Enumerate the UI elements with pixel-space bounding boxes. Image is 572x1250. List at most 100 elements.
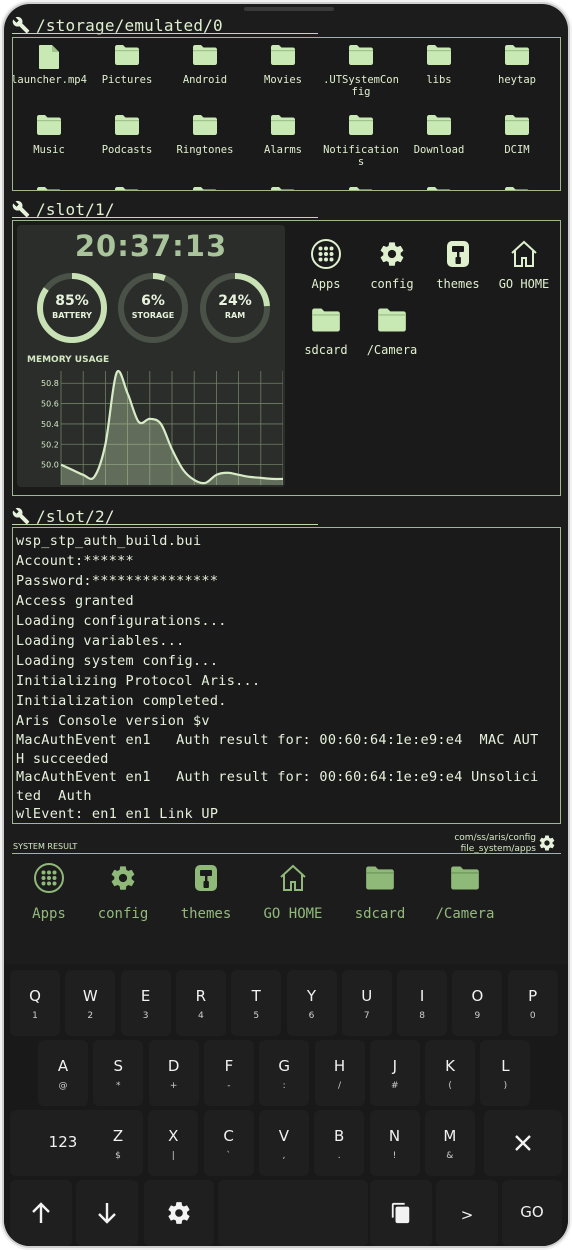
key-a[interactable]: A @ <box>38 1040 88 1106</box>
key-h[interactable]: H / <box>314 1040 365 1106</box>
spacebar-key[interactable] <box>218 1180 368 1246</box>
folder-icon[interactable] <box>166 186 244 190</box>
delete-key[interactable] <box>484 1110 562 1176</box>
dock-shortcut[interactable]: GO HOME <box>253 862 333 922</box>
file-item[interactable]: Movies <box>244 44 322 86</box>
key-i[interactable]: I8 <box>397 970 448 1036</box>
dock-label: Apps <box>32 906 66 922</box>
copy-icon <box>391 1202 410 1224</box>
key-n[interactable]: N! <box>369 1110 420 1176</box>
storage-ring: 6% STORAGE <box>116 271 190 345</box>
key-l[interactable]: L) <box>480 1040 531 1106</box>
key-b[interactable]: B. <box>314 1110 365 1176</box>
ram-ring: 24% RAM <box>198 271 272 345</box>
key-sublabel: 6 <box>308 1011 315 1021</box>
file-item[interactable]: Music <box>13 114 88 156</box>
key-t[interactable]: T5 <box>231 970 282 1036</box>
settings-key[interactable] <box>144 1180 214 1246</box>
file-item[interactable]: Download <box>400 114 478 156</box>
key-m[interactable]: M & <box>424 1110 475 1176</box>
folder-icon[interactable] <box>400 186 478 190</box>
dock-shortcut[interactable]: Apps <box>9 862 89 922</box>
console-output[interactable]: wsp_stp_auth_build.bui Account:****** Pass… <box>12 527 561 824</box>
key-w[interactable]: W2 <box>65 970 116 1036</box>
console-line: Password:*************** <box>16 573 219 589</box>
key-label: T <box>251 987 261 1005</box>
apps-grid-icon <box>33 862 65 894</box>
file-item[interactable]: Alarms <box>244 114 322 156</box>
battery-value: 85% <box>55 293 89 309</box>
key-sublabel: 1 <box>32 1011 38 1021</box>
key-g[interactable]: G: <box>259 1040 310 1106</box>
key-v[interactable]: V, <box>258 1110 309 1176</box>
key-f[interactable]: F- <box>203 1040 254 1106</box>
key-c[interactable]: C ` <box>203 1110 254 1176</box>
file-item[interactable]: launcher.mp4 <box>13 44 88 86</box>
copy-key[interactable] <box>370 1180 432 1246</box>
arrow-up-key[interactable] <box>10 1180 72 1246</box>
key-j[interactable]: J # <box>369 1040 420 1106</box>
key-q[interactable]: Q1 <box>10 970 60 1036</box>
key-k[interactable]: K( <box>425 1040 476 1106</box>
key-label: X <box>168 1127 179 1145</box>
app-shortcut[interactable]: sdcard <box>295 305 357 357</box>
folder-icon[interactable] <box>322 186 400 190</box>
divider <box>12 217 318 218</box>
key-e[interactable]: E3 <box>120 970 171 1036</box>
app-shortcut[interactable]: Apps <box>295 239 357 291</box>
file-item[interactable]: heytap <box>478 44 556 86</box>
app-label: /Camera <box>366 343 418 357</box>
key-label: N <box>388 1127 401 1145</box>
y-tick-label: 50.8 <box>41 379 59 388</box>
console-line: MacAuthEvent en1 Auth result for: 00:60:… <box>16 769 539 785</box>
file-item[interactable]: .UTSystemConfig <box>322 44 400 98</box>
dock-shortcut[interactable]: config <box>83 862 163 922</box>
file-item[interactable]: Podcasts <box>88 114 166 156</box>
folder-icon[interactable] <box>13 186 88 190</box>
key-p[interactable]: P0 <box>507 970 558 1036</box>
arrow-down-key[interactable] <box>76 1180 138 1246</box>
enter-key[interactable]: > <box>436 1180 498 1246</box>
gear-icon[interactable] <box>538 834 556 852</box>
folder-icon[interactable] <box>244 186 322 190</box>
key-label: B <box>334 1127 345 1145</box>
folder-icon[interactable] <box>478 186 556 190</box>
file-item[interactable]: Ringtones <box>166 114 244 156</box>
key-label: I <box>419 987 425 1005</box>
key-sublabel: ` <box>226 1151 231 1161</box>
key-z[interactable]: Z $ <box>93 1110 143 1176</box>
key-u[interactable]: U7 <box>341 970 392 1036</box>
battery-label: BATTERY <box>52 311 92 320</box>
key-o[interactable]: O9 <box>452 970 503 1036</box>
file-item[interactable]: Android <box>166 44 244 86</box>
key-x[interactable]: X | <box>148 1110 199 1176</box>
system-monitor-widget[interactable]: 20:37:13 85% BATTERY 6% STORAGE 24% RAM … <box>17 225 285 487</box>
app-shortcut[interactable]: /Camera <box>361 305 423 357</box>
key-y[interactable]: Y6 <box>286 970 337 1036</box>
app-label: config <box>370 277 414 291</box>
key-label: K <box>445 1057 456 1075</box>
key-s[interactable]: S * <box>93 1040 144 1106</box>
key-r[interactable]: R4 <box>175 970 226 1036</box>
file-item[interactable]: Notifications <box>322 114 400 168</box>
folder-icon[interactable] <box>88 186 166 190</box>
system-result-path: com/ss/aris/config file_system/apps <box>454 833 536 855</box>
app-shortcut[interactable]: themes <box>427 239 489 291</box>
dock-shortcut[interactable]: sdcard <box>340 862 420 922</box>
key-sublabel: $ <box>115 1151 121 1161</box>
divider <box>12 33 318 34</box>
y-tick-label: 50.0 <box>41 461 59 470</box>
go-key[interactable]: GO <box>502 1180 562 1246</box>
app-shortcut[interactable]: config <box>361 239 423 291</box>
dock-shortcut[interactable]: /Camera <box>425 862 505 922</box>
folder-icon <box>36 114 62 136</box>
file-item[interactable]: Pictures <box>88 44 166 86</box>
app-shortcut[interactable]: GO HOME <box>493 239 555 291</box>
file-item[interactable]: libs <box>400 44 478 86</box>
memory-usage-title: MEMORY USAGE <box>27 355 110 365</box>
dock-shortcut[interactable]: themes <box>166 862 246 922</box>
arrow-up-icon <box>32 1202 50 1223</box>
key-d[interactable]: D + <box>148 1040 199 1106</box>
file-item[interactable]: DCIM <box>478 114 556 156</box>
dock-label: /Camera <box>435 906 495 922</box>
